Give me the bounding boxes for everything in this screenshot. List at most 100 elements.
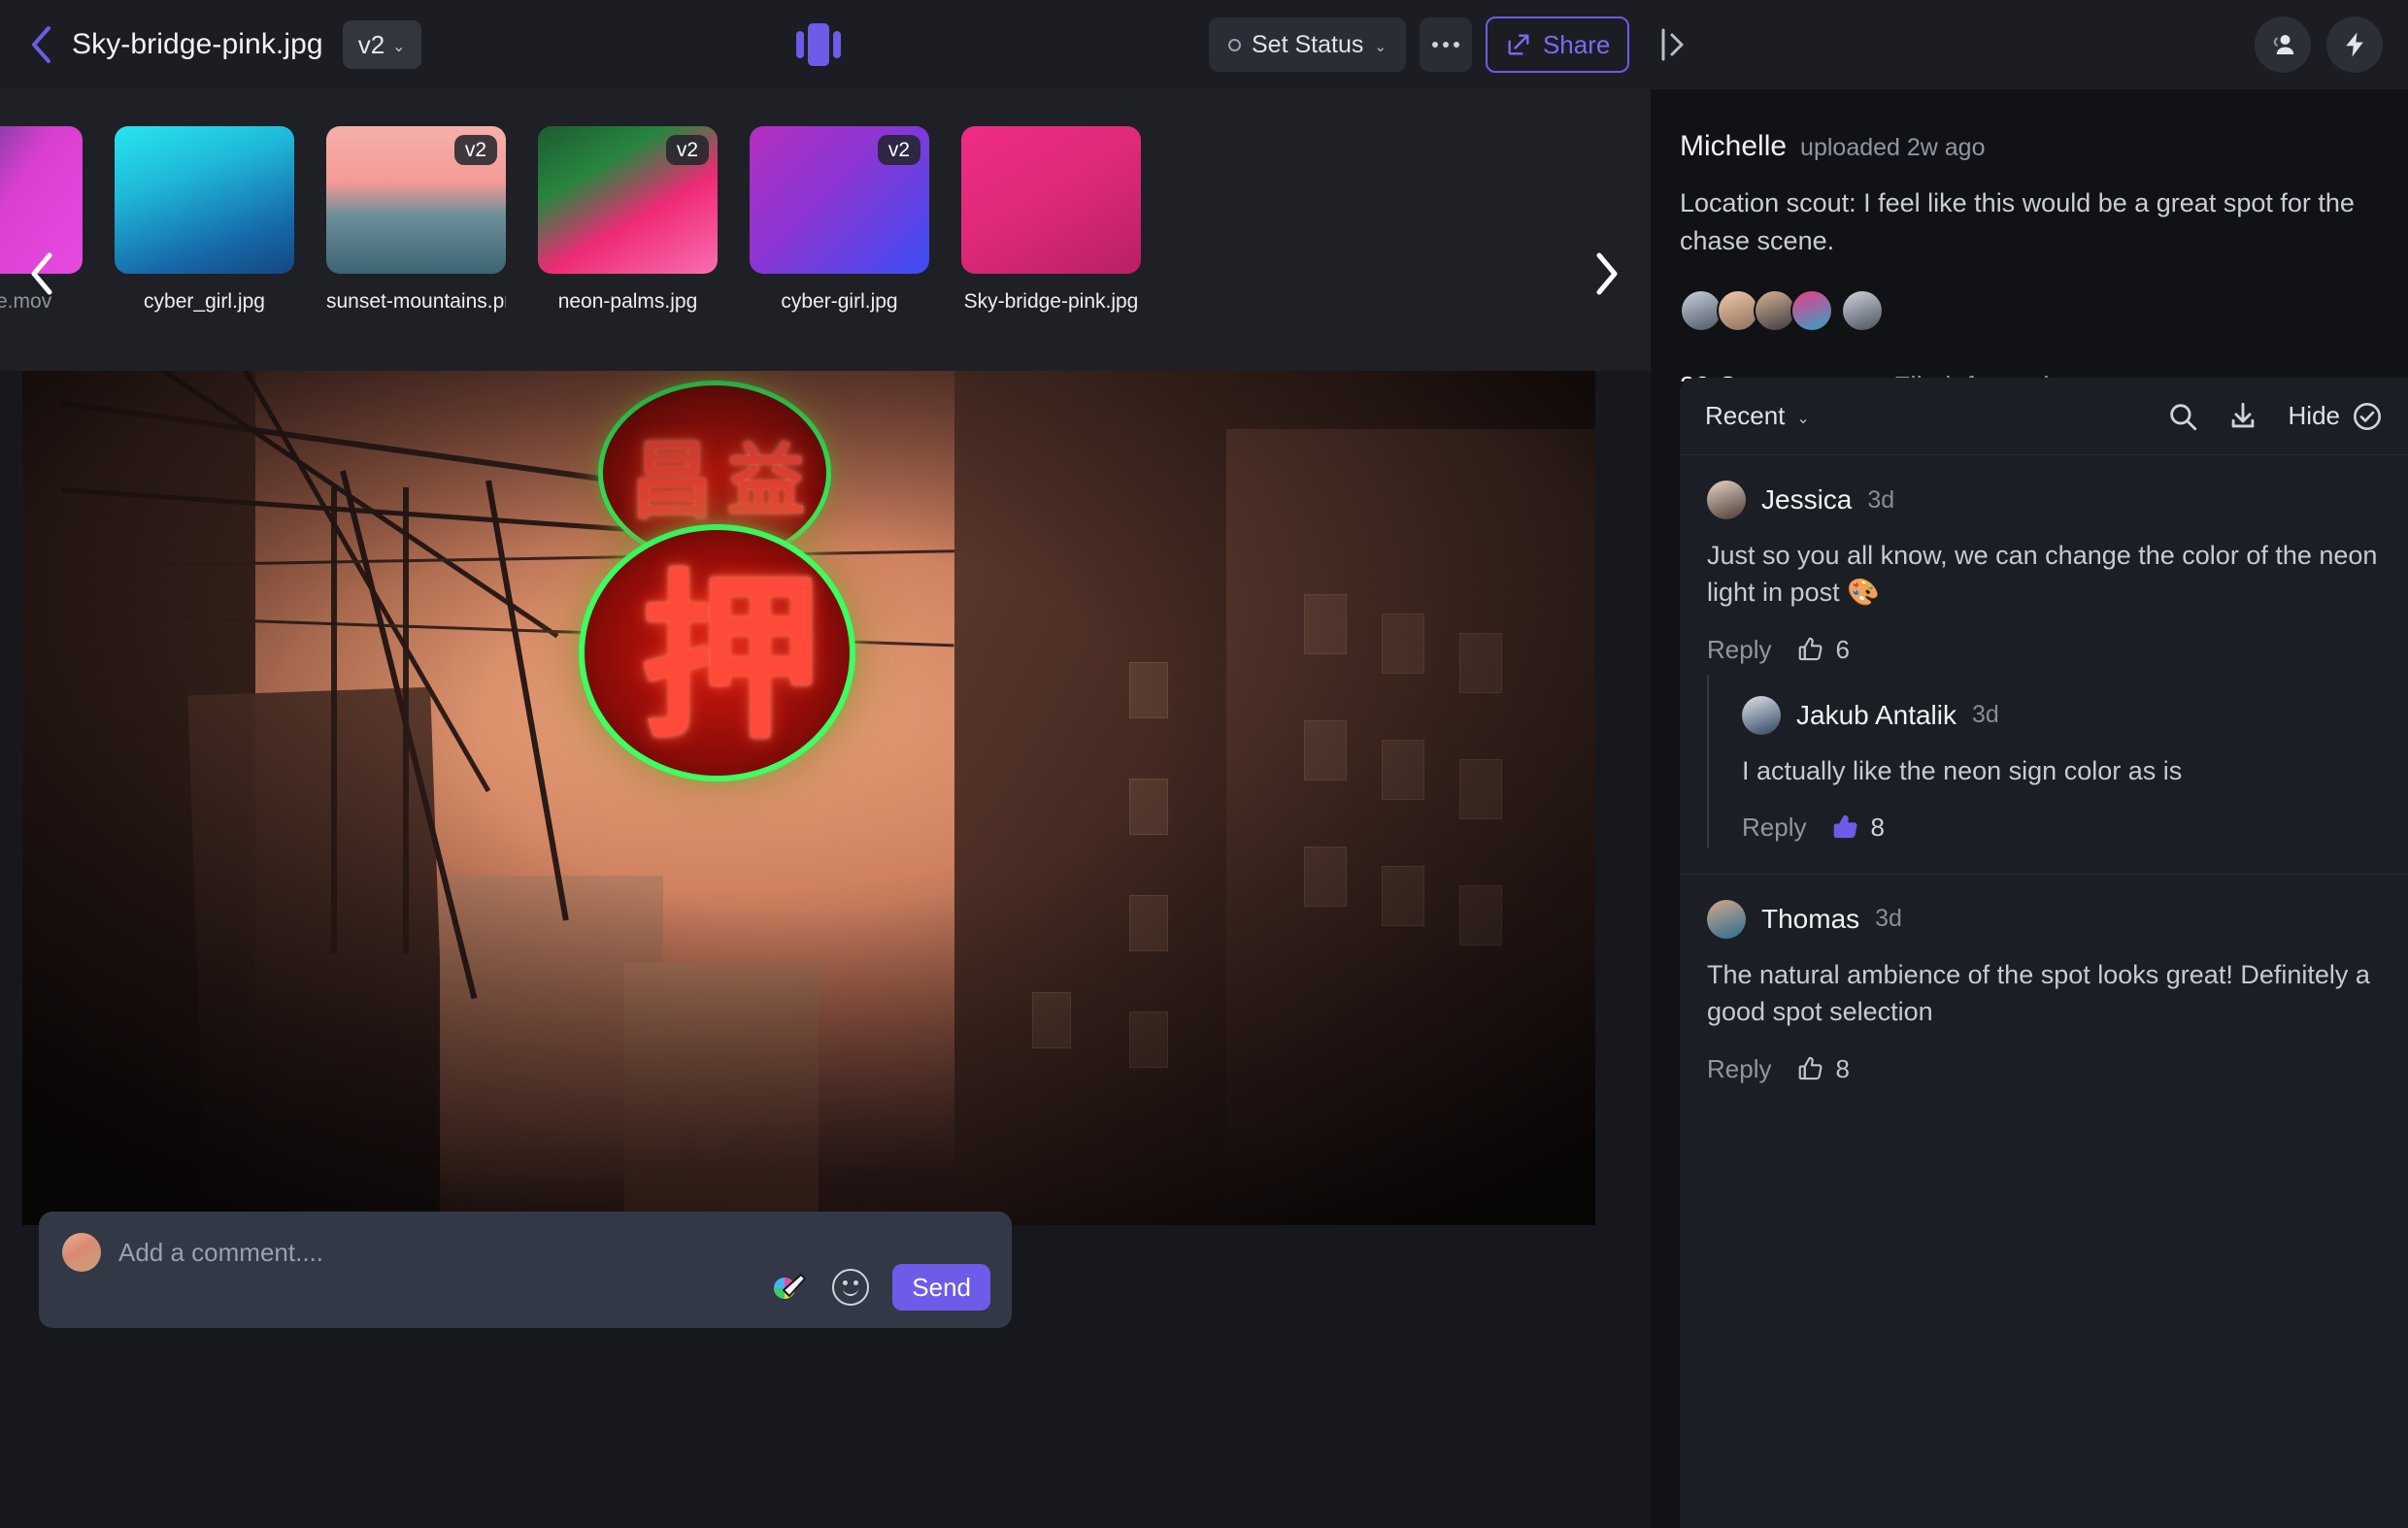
carousel-prev-button[interactable] bbox=[17, 249, 66, 298]
comment-timestamp: 3d bbox=[1875, 905, 1902, 933]
version-label: v2 bbox=[357, 29, 385, 59]
dot-icon bbox=[1453, 42, 1459, 48]
lightning-icon bbox=[2346, 32, 2363, 57]
send-button[interactable]: Send bbox=[892, 1264, 990, 1311]
carousel-thumb[interactable]: v2 cyber-girl.jpg bbox=[750, 89, 929, 314]
media-viewer: 昌 益 押 Add a comment.... bbox=[0, 371, 1651, 1528]
collapse-panel-icon bbox=[1661, 28, 1684, 61]
reply-button[interactable]: Reply bbox=[1742, 813, 1806, 843]
carousel-thumb-label: cyber-girl.jpg bbox=[781, 290, 898, 313]
version-carousel: tion-one.movcyber_girl.jpgv2sunset-mount… bbox=[0, 89, 1651, 450]
comment-timestamp: 3d bbox=[1972, 701, 1999, 729]
chevron-down-icon: ⌄ bbox=[1374, 38, 1387, 55]
carousel-thumb-image[interactable] bbox=[961, 126, 1141, 274]
carousel-track: tion-one.movcyber_girl.jpgv2sunset-mount… bbox=[0, 89, 1141, 314]
dot-icon bbox=[1442, 42, 1449, 48]
carousel-thumb-image[interactable]: v2 bbox=[326, 126, 506, 274]
search-comments-button[interactable] bbox=[2166, 400, 2199, 433]
top-bar-actions: Set Status ⌄ Share bbox=[1209, 0, 1688, 89]
check-circle-icon bbox=[2354, 402, 2381, 430]
carousel-thumb[interactable]: v2 sunset-mountains.png bbox=[326, 89, 506, 314]
avatar bbox=[62, 1233, 101, 1272]
like-count: 8 bbox=[1870, 812, 1885, 842]
uploader-name: Michelle bbox=[1680, 130, 1788, 162]
comment-reply-item: Jakub Antalik 3d I actually like the neon … bbox=[1707, 674, 2408, 848]
comment-input-placeholder[interactable]: Add a comment.... bbox=[118, 1238, 323, 1268]
thumbs-up-icon bbox=[1834, 815, 1857, 839]
carousel-thumb[interactable]: cyber_girl.jpg bbox=[115, 89, 294, 314]
status-dot-icon bbox=[1228, 38, 1241, 51]
carousel-thumb[interactable]: v2 neon-palms.jpg bbox=[538, 89, 718, 314]
collaborator-avatars bbox=[1680, 289, 2379, 333]
carousel-next-button[interactable] bbox=[1583, 249, 1631, 298]
sort-selector[interactable]: Recent ⌄ bbox=[1705, 401, 1810, 431]
comment-author: Jessica bbox=[1761, 484, 1853, 515]
lightning-button[interactable] bbox=[2326, 17, 2383, 73]
comment-item: Thomas 3d The natural ambience of the spot… bbox=[1680, 875, 2408, 1094]
paint-brush-icon[interactable] bbox=[770, 1268, 809, 1307]
avatar[interactable] bbox=[1841, 289, 1884, 333]
chevron-right-icon bbox=[1596, 252, 1618, 295]
emoji-smiley-icon[interactable] bbox=[832, 1269, 870, 1306]
set-status-label: Set Status bbox=[1252, 30, 1364, 58]
carousel-thumb-label: sunset-mountains.png bbox=[326, 290, 506, 313]
share-label: Share bbox=[1542, 29, 1611, 59]
top-bar-right bbox=[2255, 0, 2383, 89]
carousel-thumb-label: cyber_girl.jpg bbox=[144, 290, 265, 313]
comment-body: The natural ambience of the spot looks g… bbox=[1707, 959, 2370, 1027]
version-selector[interactable]: v2 ⌄ bbox=[342, 20, 421, 69]
thumbs-up-icon bbox=[1799, 637, 1823, 661]
comment-body: Just so you all know, we can change the … bbox=[1707, 541, 2378, 608]
like-count: 8 bbox=[1835, 1053, 1850, 1083]
chevron-down-icon: ⌄ bbox=[1796, 410, 1810, 427]
compare-versions-icon[interactable] bbox=[796, 23, 841, 66]
photo-vignette bbox=[22, 371, 1595, 1225]
top-bar-center bbox=[796, 0, 841, 89]
hide-resolved-toggle[interactable]: Hide bbox=[2289, 401, 2383, 432]
main-photo[interactable]: 昌 益 押 bbox=[22, 371, 1595, 1225]
like-button[interactable]: 6 bbox=[1796, 634, 1850, 665]
download-comments-button[interactable] bbox=[2226, 400, 2259, 433]
search-icon bbox=[2169, 403, 2196, 430]
reply-button[interactable]: Reply bbox=[1707, 635, 1771, 665]
carousel-thumb[interactable]: Sky-bridge-pink.jpg bbox=[961, 89, 1141, 314]
like-button[interactable]: 8 bbox=[1831, 812, 1885, 843]
add-people-icon bbox=[2273, 35, 2294, 54]
chevron-left-icon bbox=[31, 252, 52, 295]
carousel-thumb-label: Sky-bridge-pink.jpg bbox=[963, 290, 1139, 313]
comment-timestamp: 3d bbox=[1867, 485, 1895, 514]
set-status-button[interactable]: Set Status ⌄ bbox=[1209, 17, 1406, 72]
comment-body: I actually like the neon sign color as i… bbox=[1742, 755, 2183, 785]
comments-list-header: Recent ⌄ Hide bbox=[1680, 378, 2408, 455]
carousel-thumb-image[interactable] bbox=[115, 126, 294, 274]
carousel-thumb-image[interactable]: v2 bbox=[750, 126, 929, 274]
like-count: 6 bbox=[1835, 634, 1850, 664]
paint-brush-glyph bbox=[774, 1274, 807, 1299]
comment-composer: Add a comment.... Send bbox=[39, 1212, 1012, 1328]
uploader-row: Michelle uploaded 2w ago bbox=[1680, 130, 2379, 163]
details-sidebar: Michelle uploaded 2w ago Location scout:… bbox=[1651, 89, 2408, 1528]
download-icon bbox=[2231, 402, 2254, 427]
collapse-panel-button[interactable] bbox=[1658, 25, 1688, 64]
avatar bbox=[1707, 899, 1746, 939]
reply-button[interactable]: Reply bbox=[1707, 1054, 1771, 1084]
comments-container: Jessica 3d Just so you all know, we can ch… bbox=[1680, 455, 2408, 1094]
back-button[interactable] bbox=[17, 21, 64, 68]
avatar bbox=[1707, 481, 1746, 519]
sort-label: Recent bbox=[1705, 401, 1786, 430]
comments-list: Recent ⌄ Hide Jessica 3d Just so you all… bbox=[1680, 378, 2408, 1528]
chevron-down-icon: ⌄ bbox=[392, 38, 406, 55]
more-options-button[interactable] bbox=[1419, 17, 1472, 72]
version-badge: v2 bbox=[665, 135, 709, 166]
carousel-thumb-label: neon-palms.jpg bbox=[557, 290, 698, 313]
share-button[interactable]: Share bbox=[1485, 17, 1630, 73]
comment-author: Thomas bbox=[1761, 903, 1860, 934]
avatar[interactable] bbox=[1790, 289, 1833, 333]
version-badge: v2 bbox=[453, 135, 497, 166]
carousel-thumb-image[interactable]: v2 bbox=[538, 126, 718, 274]
comment-item: Jessica 3d Just so you all know, we can ch… bbox=[1680, 455, 2408, 675]
like-button[interactable]: 8 bbox=[1796, 1053, 1850, 1084]
add-people-button[interactable] bbox=[2255, 17, 2311, 73]
version-badge: v2 bbox=[877, 135, 920, 166]
top-bar: Sky-bridge-pink.jpg v2 ⌄ Set Status ⌄ Sh… bbox=[0, 0, 2408, 89]
